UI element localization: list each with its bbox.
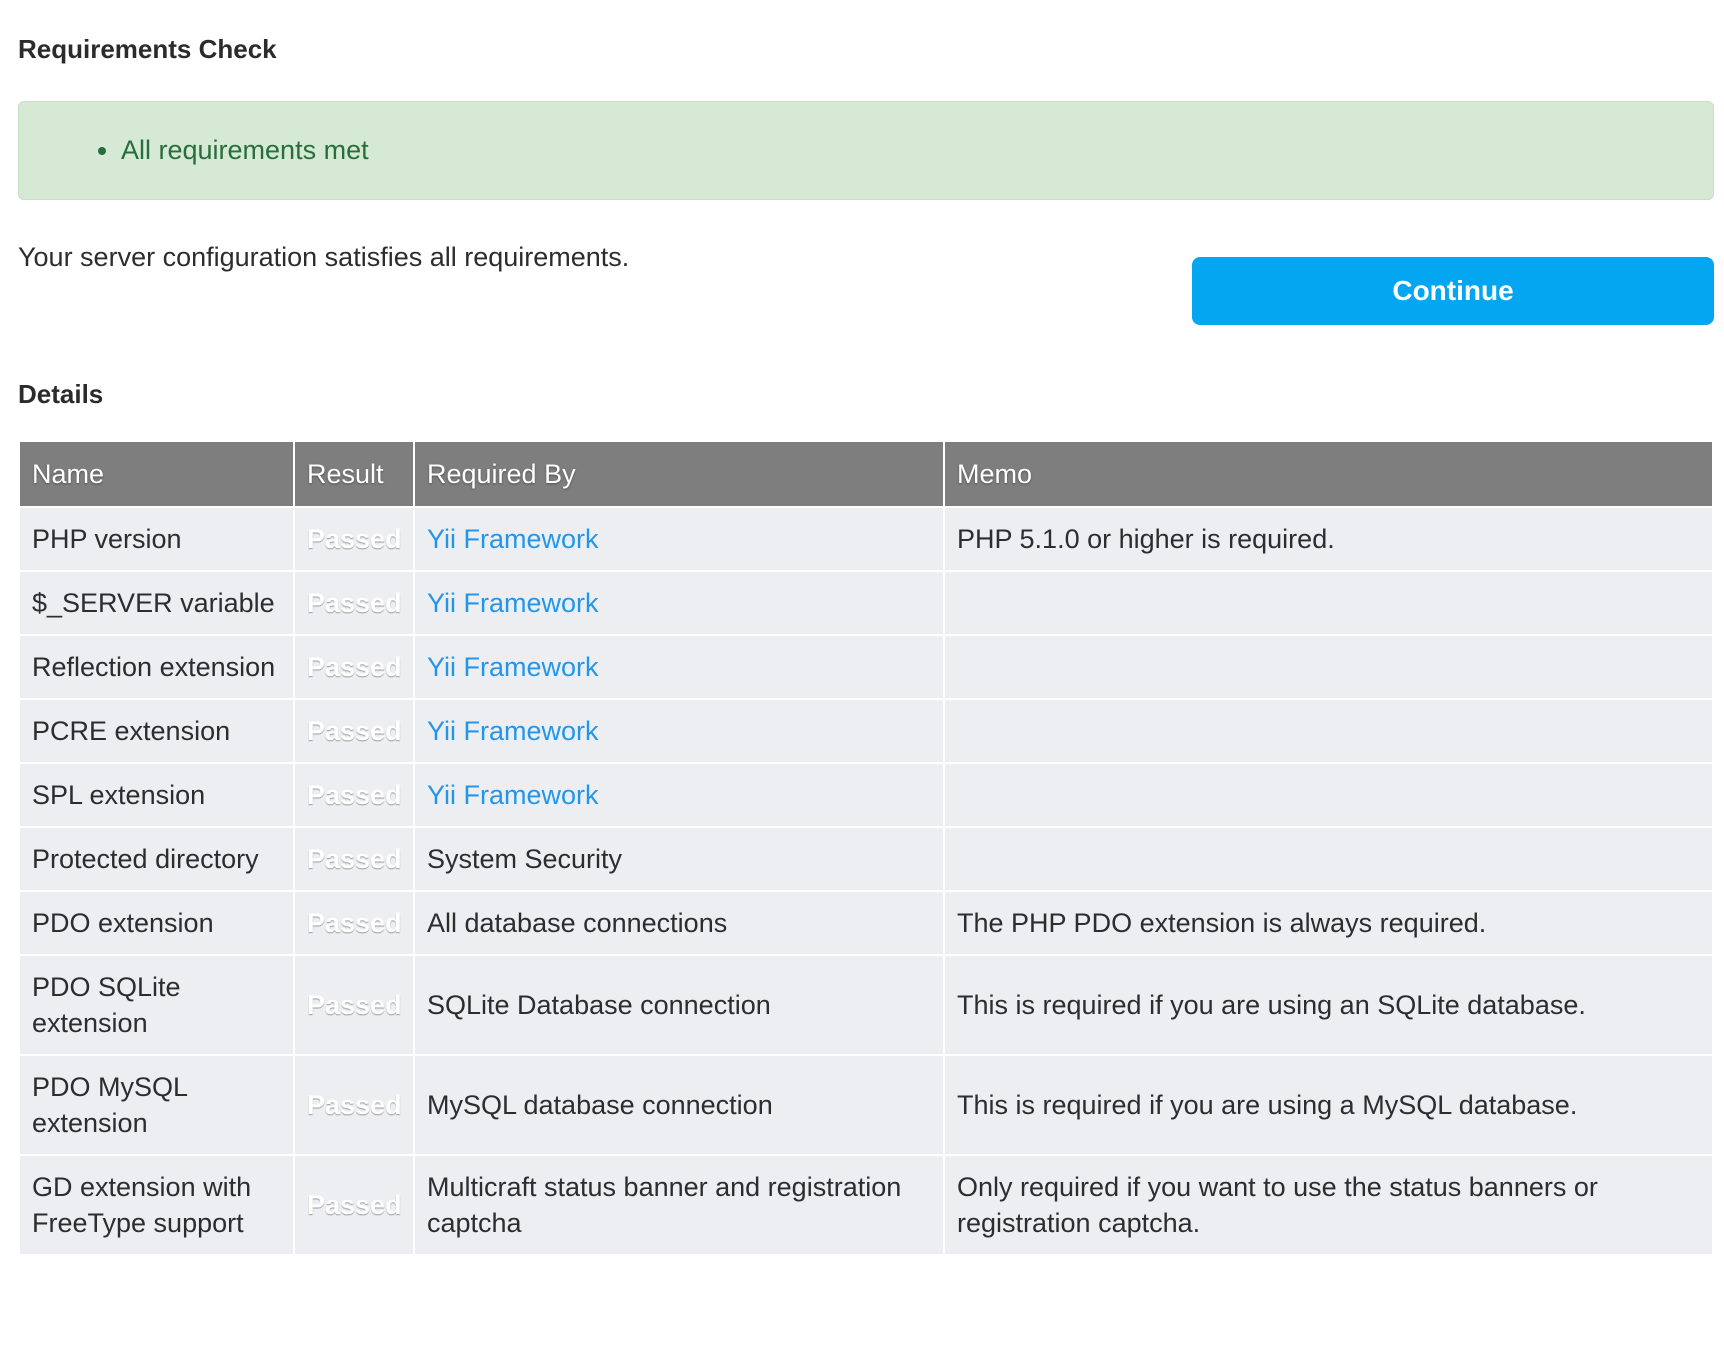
requirement-name-cell: PHP version	[20, 508, 293, 570]
table-row: PDO MySQL extension Passed MySQL databas…	[20, 1056, 1712, 1154]
result-badge: Passed	[295, 764, 413, 826]
required-by-cell: All database connections	[415, 892, 943, 954]
result-badge: Passed	[295, 508, 413, 570]
table-row: PCRE extension Passed Yii Framework	[20, 700, 1712, 762]
result-badge: Passed	[295, 956, 413, 1054]
column-header-result: Result	[295, 442, 413, 506]
requirement-name-cell: PCRE extension	[20, 700, 293, 762]
required-by-link[interactable]: Yii Framework	[415, 508, 943, 570]
memo-cell	[945, 828, 1712, 890]
table-row: GD extension with FreeType support Passe…	[20, 1156, 1712, 1254]
summary-text: Your server configuration satisfies all …	[18, 240, 629, 273]
table-row: SPL extension Passed Yii Framework	[20, 764, 1712, 826]
requirement-name-cell: PDO SQLite extension	[20, 956, 293, 1054]
requirements-page: Requirements Check All requirements met …	[18, 34, 1714, 1256]
result-badge: Passed	[295, 1056, 413, 1154]
action-row: Your server configuration satisfies all …	[18, 240, 1714, 325]
requirement-name-cell: GD extension with FreeType support	[20, 1156, 293, 1254]
requirement-name-cell: PDO extension	[20, 892, 293, 954]
table-header-row: Name Result Required By Memo	[20, 442, 1712, 506]
column-header-memo: Memo	[945, 442, 1712, 506]
result-badge: Passed	[295, 700, 413, 762]
table-row: Protected directory Passed System Securi…	[20, 828, 1712, 890]
table-row: $_SERVER variable Passed Yii Framework	[20, 572, 1712, 634]
table-row: Reflection extension Passed Yii Framewor…	[20, 636, 1712, 698]
requirement-name-cell: Reflection extension	[20, 636, 293, 698]
memo-cell	[945, 764, 1712, 826]
table-row: PDO extension Passed All database connec…	[20, 892, 1712, 954]
required-by-cell: Multicraft status banner and registratio…	[415, 1156, 943, 1254]
required-by-cell: System Security	[415, 828, 943, 890]
requirement-name-cell: PDO MySQL extension	[20, 1056, 293, 1154]
alert-item: All requirements met	[121, 135, 1713, 166]
required-by-cell: SQLite Database connection	[415, 956, 943, 1054]
result-badge: Passed	[295, 1156, 413, 1254]
memo-cell: This is required if you are using a MySQ…	[945, 1056, 1712, 1154]
memo-cell: This is required if you are using an SQL…	[945, 956, 1712, 1054]
requirements-table: Name Result Required By Memo PHP version…	[18, 440, 1714, 1256]
memo-cell: The PHP PDO extension is always required…	[945, 892, 1712, 954]
requirement-name-cell: SPL extension	[20, 764, 293, 826]
result-badge: Passed	[295, 572, 413, 634]
memo-cell	[945, 572, 1712, 634]
required-by-cell: MySQL database connection	[415, 1056, 943, 1154]
memo-cell	[945, 636, 1712, 698]
table-row: PDO SQLite extension Passed SQLite Datab…	[20, 956, 1712, 1054]
memo-cell	[945, 700, 1712, 762]
required-by-link[interactable]: Yii Framework	[415, 700, 943, 762]
table-body: PHP version Passed Yii Framework PHP 5.1…	[20, 508, 1712, 1254]
requirement-name-cell: $_SERVER variable	[20, 572, 293, 634]
requirement-name-cell: Protected directory	[20, 828, 293, 890]
required-by-link[interactable]: Yii Framework	[415, 636, 943, 698]
memo-cell: Only required if you want to use the sta…	[945, 1156, 1712, 1254]
required-by-link[interactable]: Yii Framework	[415, 764, 943, 826]
column-header-required-by: Required By	[415, 442, 943, 506]
result-badge: Passed	[295, 892, 413, 954]
required-by-link[interactable]: Yii Framework	[415, 572, 943, 634]
table-row: PHP version Passed Yii Framework PHP 5.1…	[20, 508, 1712, 570]
page-title: Requirements Check	[18, 34, 1714, 65]
memo-cell: PHP 5.1.0 or higher is required.	[945, 508, 1712, 570]
details-heading: Details	[18, 379, 1714, 410]
alert-list: All requirements met	[19, 135, 1713, 166]
column-header-name: Name	[20, 442, 293, 506]
result-badge: Passed	[295, 828, 413, 890]
continue-button[interactable]: Continue	[1192, 257, 1714, 325]
result-badge: Passed	[295, 636, 413, 698]
success-alert: All requirements met	[18, 101, 1714, 200]
